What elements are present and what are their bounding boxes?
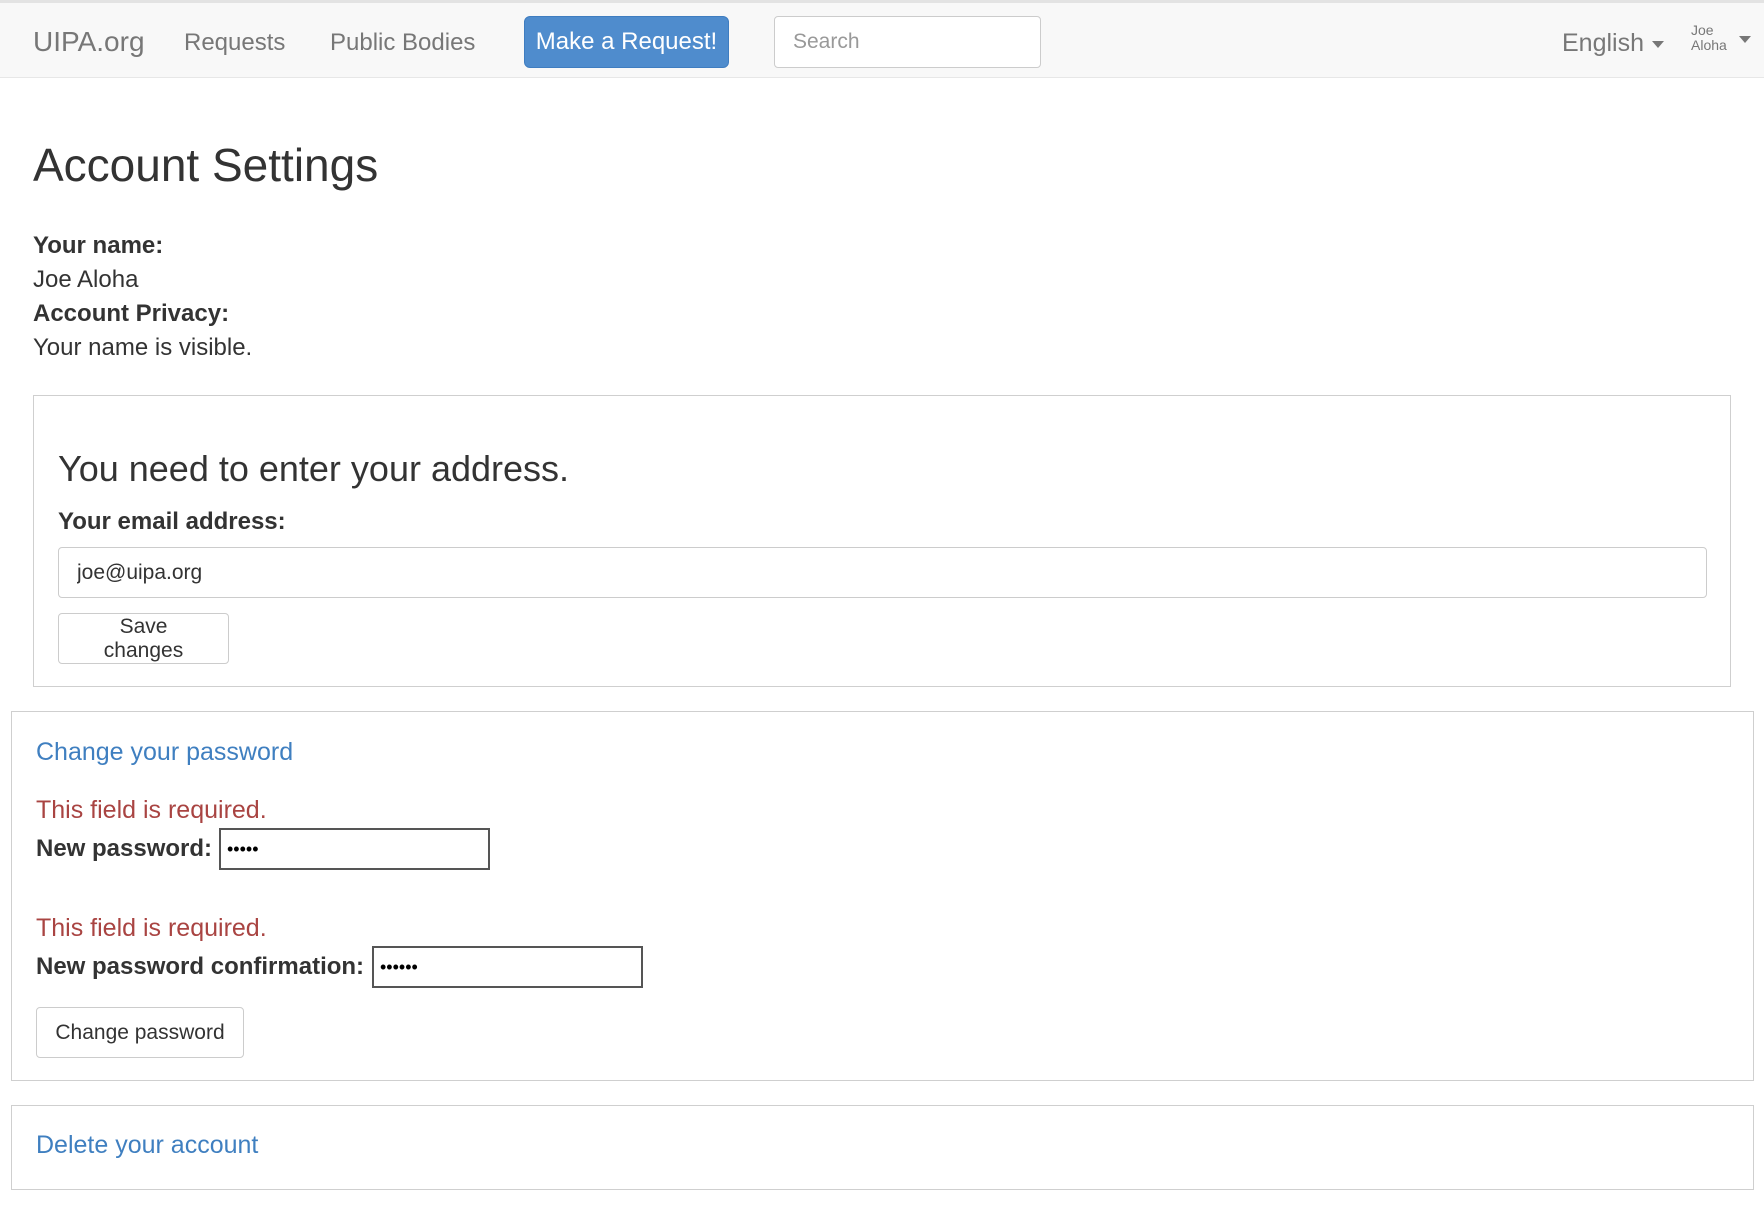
language-dropdown[interactable]: English <box>1562 29 1664 58</box>
address-panel: You need to enter your address. Your ema… <box>33 395 1731 687</box>
email-label: Your email address: <box>58 508 286 535</box>
page-title: Account Settings <box>33 139 379 191</box>
new-password-label: New password: <box>36 835 213 862</box>
chevron-down-icon <box>1652 40 1664 48</box>
address-heading: You need to enter your address. <box>58 448 570 489</box>
name-label: Your name: <box>33 232 164 259</box>
nav-link-public-bodies[interactable]: Public Bodies <box>330 29 475 57</box>
new-password-input[interactable] <box>219 828 490 870</box>
change-password-link[interactable]: Change your password <box>36 738 293 767</box>
delete-account-panel: Delete your account <box>11 1105 1754 1190</box>
password-confirmation-label: New password confirmation: <box>36 953 365 980</box>
change-password-panel: Change your password This field is requi… <box>11 711 1754 1081</box>
change-password-button[interactable]: Change password <box>36 1007 244 1058</box>
name-value: Joe Aloha <box>33 266 139 293</box>
nav-link-requests[interactable]: Requests <box>184 29 285 57</box>
user-name-label: Joe Aloha <box>1691 22 1727 53</box>
chevron-down-icon <box>1739 36 1751 43</box>
delete-account-link[interactable]: Delete your account <box>36 1131 258 1160</box>
new-password-error: This field is required. <box>36 796 267 824</box>
make-request-button[interactable]: Make a Request! <box>524 16 729 68</box>
password-confirmation-input[interactable] <box>372 946 643 988</box>
email-input[interactable] <box>58 547 1707 598</box>
privacy-label: Account Privacy: <box>33 300 230 327</box>
search-input[interactable] <box>774 16 1041 68</box>
privacy-value: Your name is visible. <box>33 334 253 361</box>
top-navbar: UIPA.org Requests Public Bodies Make a R… <box>0 0 1764 78</box>
brand-link[interactable]: UIPA.org <box>33 26 145 58</box>
language-label: English <box>1562 29 1644 57</box>
password-confirmation-error: This field is required. <box>36 914 267 942</box>
user-menu-dropdown[interactable]: Joe Aloha <box>1691 23 1761 53</box>
save-changes-button[interactable]: Save changes <box>58 613 229 664</box>
